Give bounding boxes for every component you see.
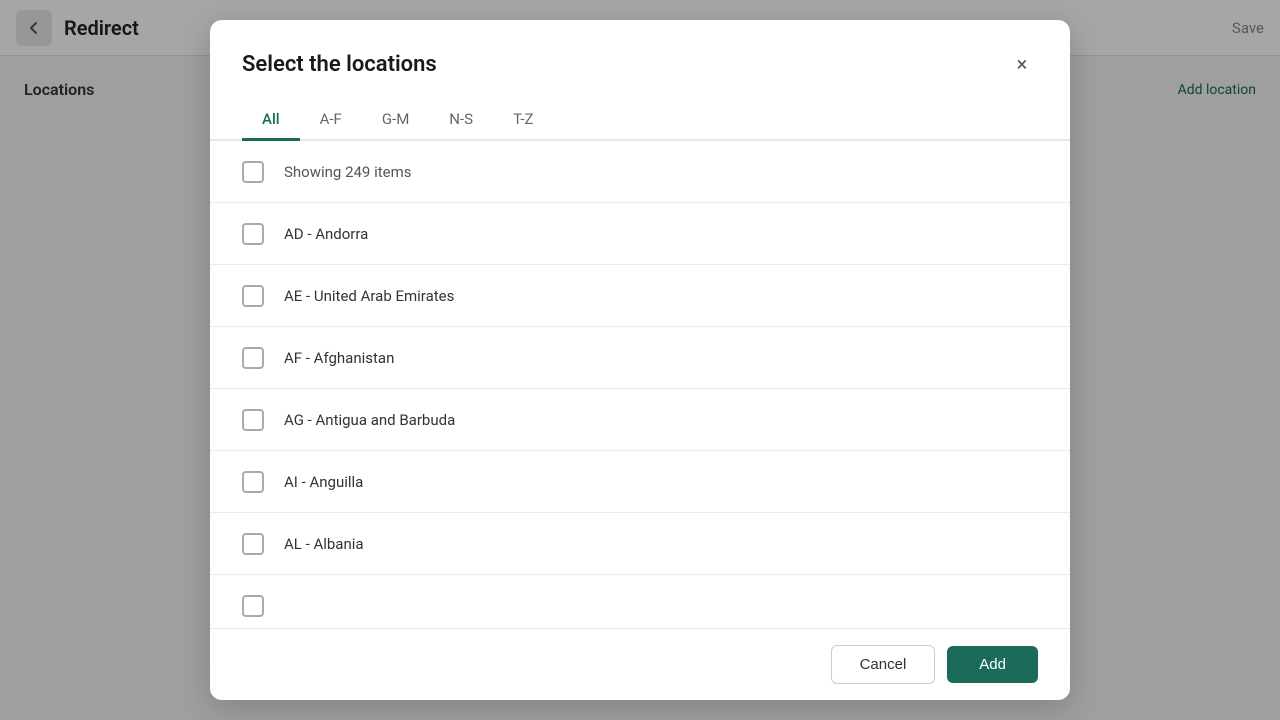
list-item-ad[interactable]: AD - Andorra (210, 203, 1070, 265)
list-item-ag[interactable]: AG - Antigua and Barbuda (210, 389, 1070, 451)
cancel-button[interactable]: Cancel (831, 645, 936, 684)
item-label-ag: AG - Antigua and Barbuda (284, 411, 455, 429)
checkbox-select-all[interactable] (242, 161, 264, 183)
location-select-modal: Select the locations × All A-F G-M N-S T… (210, 20, 1070, 700)
modal-title: Select the locations (242, 52, 437, 77)
item-label-al: AL - Albania (284, 535, 364, 553)
tab-all[interactable]: All (242, 100, 300, 141)
modal-overlay: Select the locations × All A-F G-M N-S T… (0, 0, 1280, 720)
tab-a-f[interactable]: A-F (300, 100, 362, 141)
location-tabs: All A-F G-M N-S T-Z (210, 100, 1070, 141)
item-label-ae: AE - United Arab Emirates (284, 287, 454, 305)
item-label-ai: AI - Anguilla (284, 473, 363, 491)
list-item-ai[interactable]: AI - Anguilla (210, 451, 1070, 513)
location-list[interactable]: Showing 249 items AD - Andorra AE - Unit… (210, 141, 1070, 628)
list-item-am[interactable] (210, 575, 1070, 628)
item-label-ad: AD - Andorra (284, 225, 368, 243)
checkbox-af[interactable] (242, 347, 264, 369)
checkbox-ad[interactable] (242, 223, 264, 245)
checkbox-am[interactable] (242, 595, 264, 617)
list-count-label: Showing 249 items (284, 163, 412, 181)
checkbox-al[interactable] (242, 533, 264, 555)
checkbox-ag[interactable] (242, 409, 264, 431)
tab-g-m[interactable]: G-M (362, 100, 429, 141)
checkbox-ai[interactable] (242, 471, 264, 493)
item-label-af: AF - Afghanistan (284, 349, 394, 367)
list-item-select-all[interactable]: Showing 249 items (210, 141, 1070, 203)
tab-t-z[interactable]: T-Z (493, 100, 553, 141)
add-button[interactable]: Add (947, 646, 1038, 683)
modal-close-button[interactable]: × (1006, 48, 1038, 80)
list-item-af[interactable]: AF - Afghanistan (210, 327, 1070, 389)
modal-footer: Cancel Add (210, 628, 1070, 700)
checkbox-ae[interactable] (242, 285, 264, 307)
modal-header: Select the locations × (210, 20, 1070, 100)
list-item-ae[interactable]: AE - United Arab Emirates (210, 265, 1070, 327)
list-item-al[interactable]: AL - Albania (210, 513, 1070, 575)
tab-n-s[interactable]: N-S (429, 100, 493, 141)
